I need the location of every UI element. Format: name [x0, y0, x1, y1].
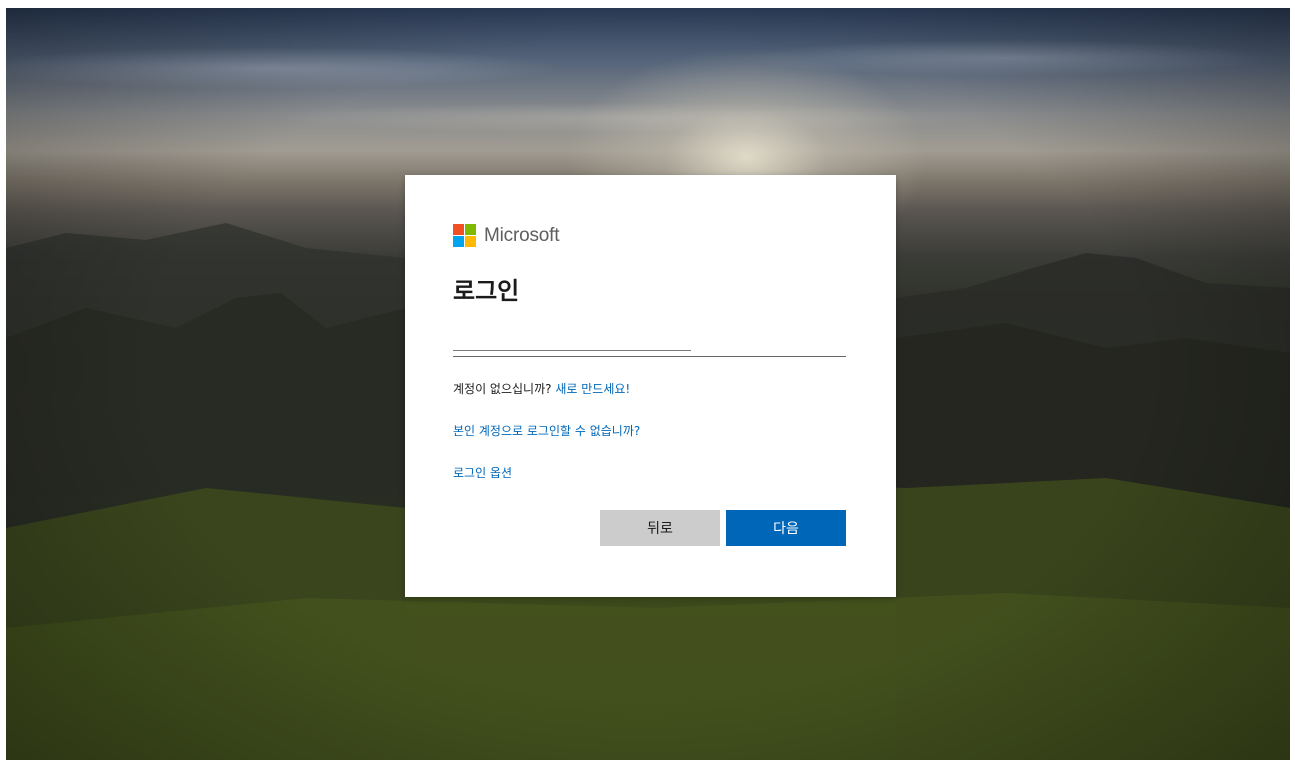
email-field[interactable] [453, 327, 846, 357]
no-account-text: 계정이 없으십니까? [453, 382, 552, 396]
back-button[interactable]: 뒤로 [600, 510, 720, 546]
email-field-container [453, 327, 846, 359]
logo-red-square [453, 224, 464, 235]
logo-green-square [465, 224, 476, 235]
logo-blue-square [453, 236, 464, 247]
brand-name: Microsoft [484, 224, 560, 246]
cant-access-line: 본인 계정으로 로그인할 수 없습니까? [453, 422, 640, 439]
next-button[interactable]: 다음 [726, 510, 846, 546]
microsoft-logo-icon [453, 224, 476, 247]
signin-options-line: 로그인 옵션 [453, 464, 512, 481]
create-account-link[interactable]: 새로 만드세요! [555, 382, 630, 396]
signin-card: Microsoft 로그인 계정이 없으십니까? 새로 만드세요! 본인 계정으… [405, 175, 896, 597]
cant-access-account-link[interactable]: 본인 계정으로 로그인할 수 없습니까? [453, 424, 640, 438]
no-account-line: 계정이 없으십니까? 새로 만드세요! [453, 380, 630, 397]
brand-row: Microsoft [453, 224, 559, 247]
page-title: 로그인 [453, 277, 520, 305]
signin-options-link[interactable]: 로그인 옵션 [453, 466, 512, 480]
logo-yellow-square [465, 236, 476, 247]
